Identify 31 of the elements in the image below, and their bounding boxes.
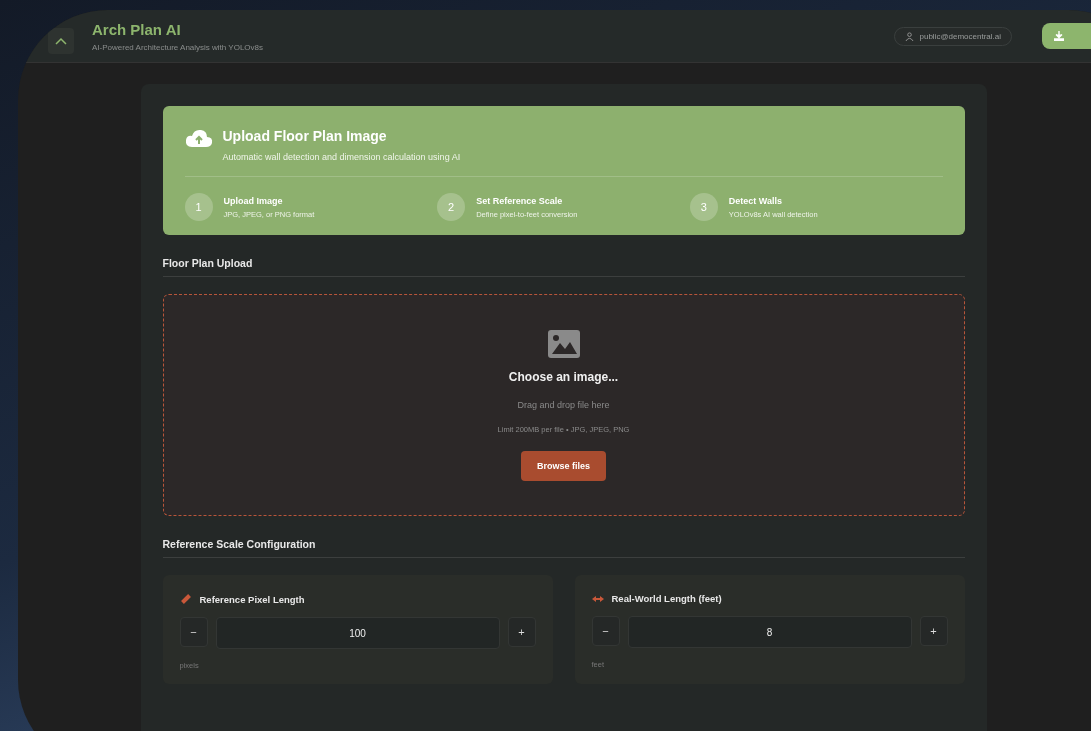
- user-icon: [904, 31, 914, 41]
- decrement-button[interactable]: −: [179, 617, 208, 647]
- drop-prompt: Choose an image...: [508, 369, 619, 384]
- cloud-upload-icon: [184, 128, 213, 148]
- step-number: 2: [437, 193, 466, 221]
- app-subtitle: AI-Powered Architecture Analysis with YOLOv8s: [92, 42, 265, 52]
- number-input[interactable]: 8: [627, 616, 912, 648]
- download-button[interactable]: [1042, 23, 1091, 49]
- banner-subtitle: Automatic wall detection and dimension calculation using AI: [222, 152, 461, 162]
- step-title: Upload Image: [223, 195, 284, 206]
- step-title: Detect Walls: [728, 195, 783, 206]
- image-icon: [547, 329, 580, 358]
- decrement-button[interactable]: −: [591, 616, 620, 646]
- step-number: 3: [689, 193, 718, 221]
- banner-title: Upload Floor Plan Image: [222, 128, 388, 144]
- increment-button[interactable]: +: [507, 617, 536, 647]
- double-arrow-icon: [591, 594, 604, 603]
- step-number: 1: [184, 193, 213, 221]
- app-title: Arch Plan AI: [92, 20, 182, 38]
- field-label: Reference Pixel Length: [199, 593, 305, 605]
- increment-button[interactable]: +: [919, 616, 948, 646]
- drop-hint: Drag and drop file here: [517, 399, 610, 410]
- logo-icon: [48, 28, 74, 54]
- step-title: Set Reference Scale: [476, 195, 564, 206]
- field-label: Real-World Length (feet): [611, 593, 722, 604]
- section-heading: Floor Plan Upload: [162, 235, 965, 277]
- section-heading: Reference Scale Configuration: [162, 516, 965, 558]
- download-icon: [1054, 31, 1064, 41]
- user-email: public@democentral.ai: [919, 31, 1001, 41]
- number-input[interactable]: 100: [215, 617, 500, 649]
- browse-files-button[interactable]: Browse files: [521, 450, 606, 481]
